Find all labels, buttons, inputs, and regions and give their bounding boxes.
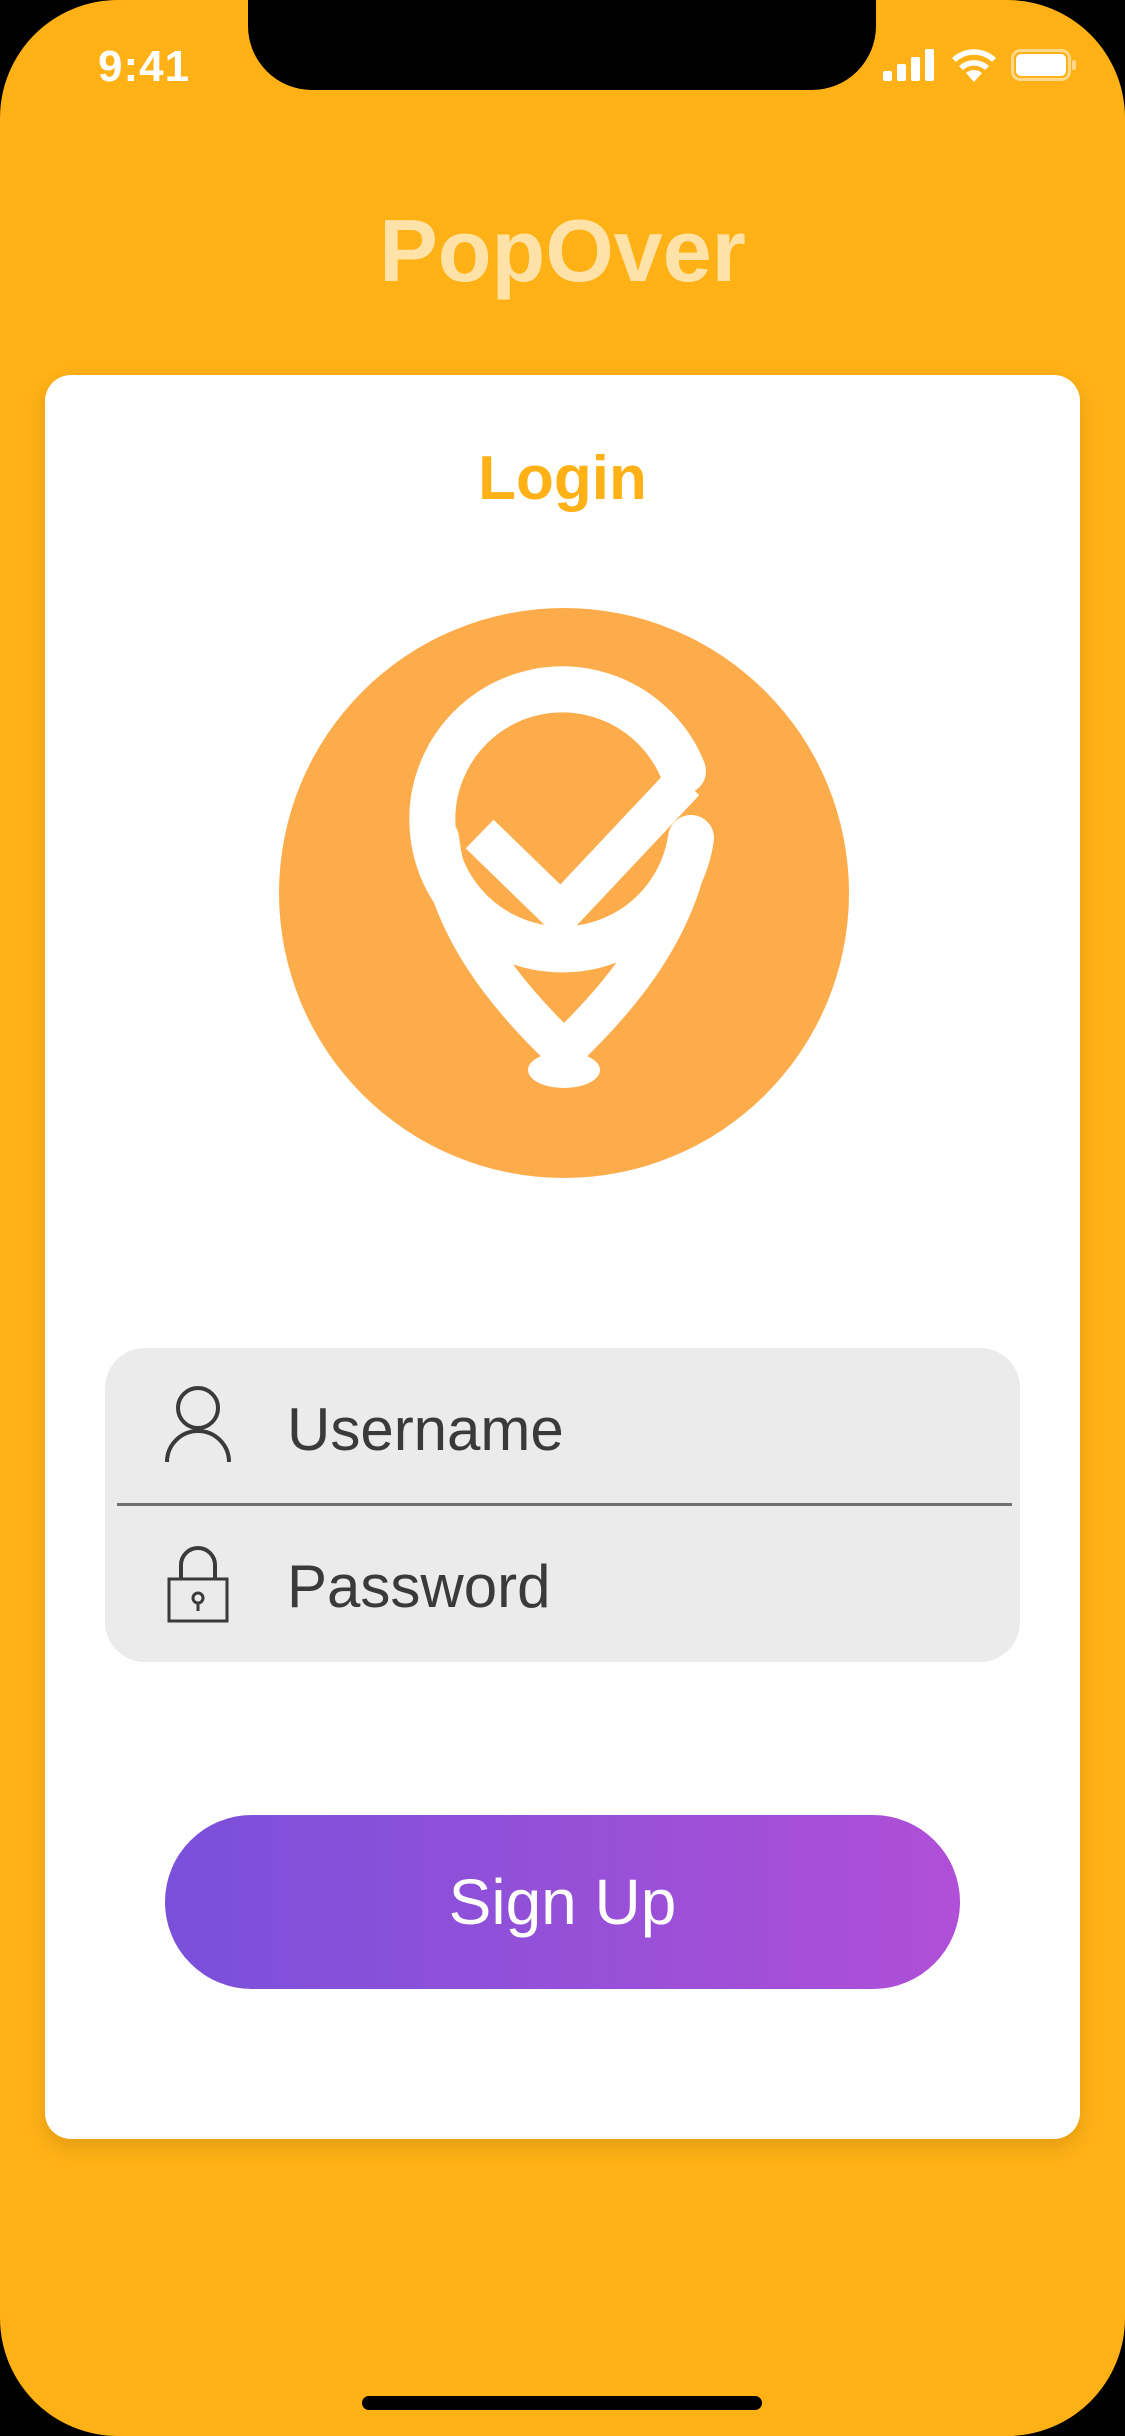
app-title: PopOver [379, 201, 746, 300]
cellular-signal-icon [883, 49, 934, 81]
user-icon [165, 1386, 231, 1463]
location-pin-check-icon [409, 666, 714, 1088]
wifi-icon [952, 49, 996, 82]
status-time: 9:41 [98, 42, 191, 91]
battery-icon [1011, 49, 1076, 81]
login-heading: Login [478, 444, 647, 513]
phone-screen: 9:41 PopOver Login Username Sign Up [0, 0, 1125, 2436]
lock-icon [167, 1546, 229, 1623]
home-indicator[interactable] [362, 2396, 762, 2410]
app-logo [279, 608, 849, 1178]
signup-button[interactable]: Sign Up [165, 1815, 960, 1989]
username-row [105, 1348, 1020, 1505]
password-row [105, 1505, 1020, 1662]
status-icons [883, 48, 1077, 82]
username-field[interactable] [285, 1388, 969, 1470]
device-notch [248, 0, 876, 90]
status-bar: 9:41 [0, 0, 1125, 132]
password-field[interactable] [285, 1545, 969, 1627]
login-card: Login Username Sign Up [45, 375, 1080, 2139]
credentials-form [105, 1348, 1020, 1662]
